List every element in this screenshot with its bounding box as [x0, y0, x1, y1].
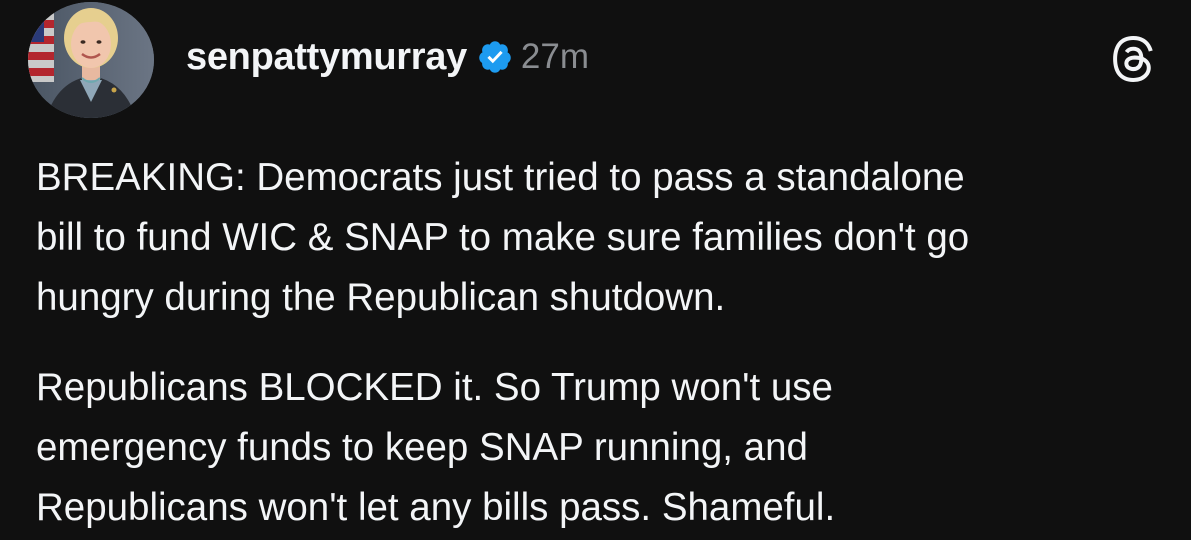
- post-text-line: Republicans BLOCKED it. So Trump won't u…: [36, 366, 833, 409]
- post-text-line: bill to fund WIC & SNAP to make sure fam…: [36, 216, 970, 259]
- post-timestamp: 27m: [520, 37, 590, 76]
- threads-post: senpattymurray 27m BREAKING: Democrats j…: [0, 0, 1191, 540]
- post-paragraph: BREAKING: Democrats just tried to pass a…: [36, 148, 1166, 328]
- username[interactable]: senpattymurray: [186, 36, 467, 79]
- post-text-line: BREAKING: Democrats just tried to pass a…: [36, 156, 965, 199]
- avatar[interactable]: [28, 2, 154, 118]
- post-paragraph: Republicans BLOCKED it. So Trump won't u…: [36, 358, 1166, 538]
- post-header: senpattymurray 27m: [186, 30, 589, 84]
- threads-logo-icon[interactable]: [1110, 36, 1156, 82]
- post-text-line: Republicans won't let any bills pass. Sh…: [36, 486, 836, 529]
- post-text-line: emergency funds to keep SNAP running, an…: [36, 426, 808, 469]
- post-body: BREAKING: Democrats just tried to pass a…: [36, 148, 1166, 538]
- verified-badge-icon: [477, 39, 513, 75]
- post-text-line: hungry during the Republican shutdown.: [36, 276, 726, 319]
- profile-photo-icon: [28, 2, 154, 118]
